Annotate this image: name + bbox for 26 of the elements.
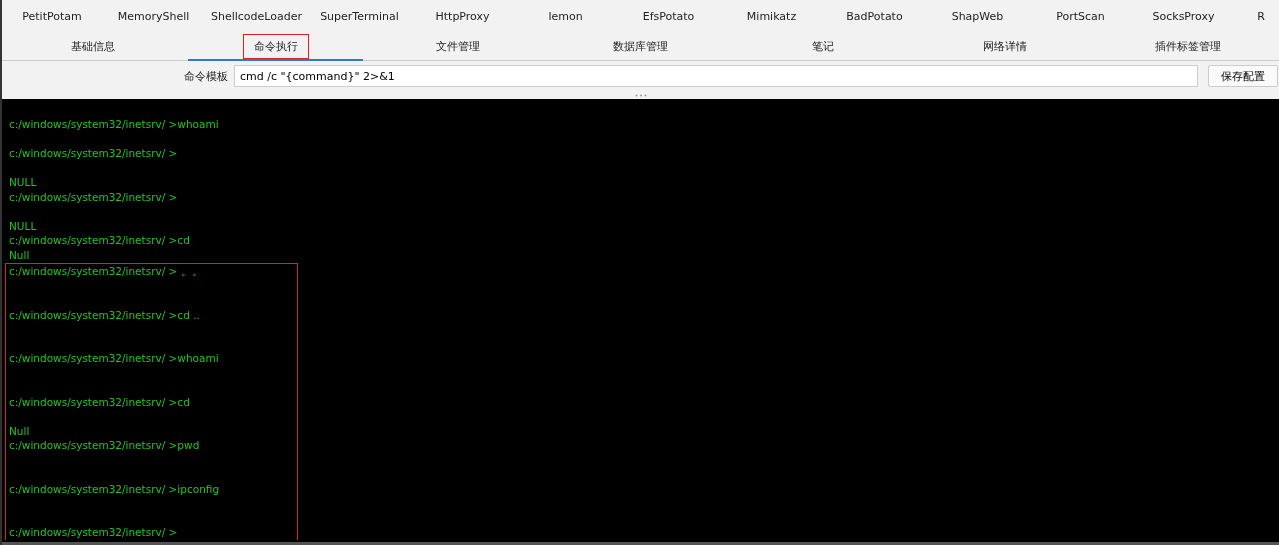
terminal-output: c:/windows/system32/inetsrv/ > 。。 c:/windows/system32/inetsrv/ >cd .. c:/windows/system32/inetsrv/ >whoami c:/windows/system32/inetsrv/ >cd Null c:/windows/system32/inetsrv/ >pwd c:/windows/system32/inetsrv/ >ipconfig c:/windows/system32/inetsrv/ > (5, 263, 298, 540)
plugin-tab[interactable]: R (1235, 10, 1265, 23)
tab[interactable]: 文件管理 (370, 33, 546, 61)
save-button[interactable]: 保存配置 (1208, 65, 1278, 87)
tab[interactable]: 笔记 (735, 33, 911, 61)
tab[interactable]: 插件标签管理 (1100, 33, 1275, 61)
tab[interactable]: 命令执行 (188, 33, 363, 61)
tab[interactable]: 基础信息 (6, 33, 181, 61)
tab[interactable]: 网络详情 (918, 33, 1093, 61)
plugin-tab[interactable]: PortScan (1029, 10, 1132, 23)
template-input[interactable]: cmd /c "{command}" 2>&1 (234, 65, 1198, 87)
template-label: 命令模板 (184, 68, 228, 84)
plugin-tab[interactable]: EfsPotato (617, 10, 720, 23)
highlight-frame: 命令执行 (242, 33, 309, 59)
tab[interactable]: 数据库管理 (553, 33, 728, 61)
plugin-tab[interactable]: MemoryShell (102, 10, 205, 23)
plugin-tab[interactable]: ShellcodeLoader (205, 10, 308, 23)
plugin-tab[interactable]: SuperTerminal (308, 10, 411, 23)
plugin-tab[interactable]: BadPotato (823, 10, 926, 23)
plugin-tab[interactable]: HttpProxy (411, 10, 514, 23)
plugin-tab[interactable]: ShapWeb (926, 10, 1029, 23)
plugin-tab[interactable]: lemon (514, 10, 617, 23)
drag-handle-icon[interactable] (634, 93, 647, 97)
plugin-tab[interactable]: Mimikatz (720, 10, 823, 23)
plugin-tab[interactable]: PetitPotam (2, 10, 102, 23)
plugin-tab[interactable]: SocksProxy (1132, 10, 1235, 23)
